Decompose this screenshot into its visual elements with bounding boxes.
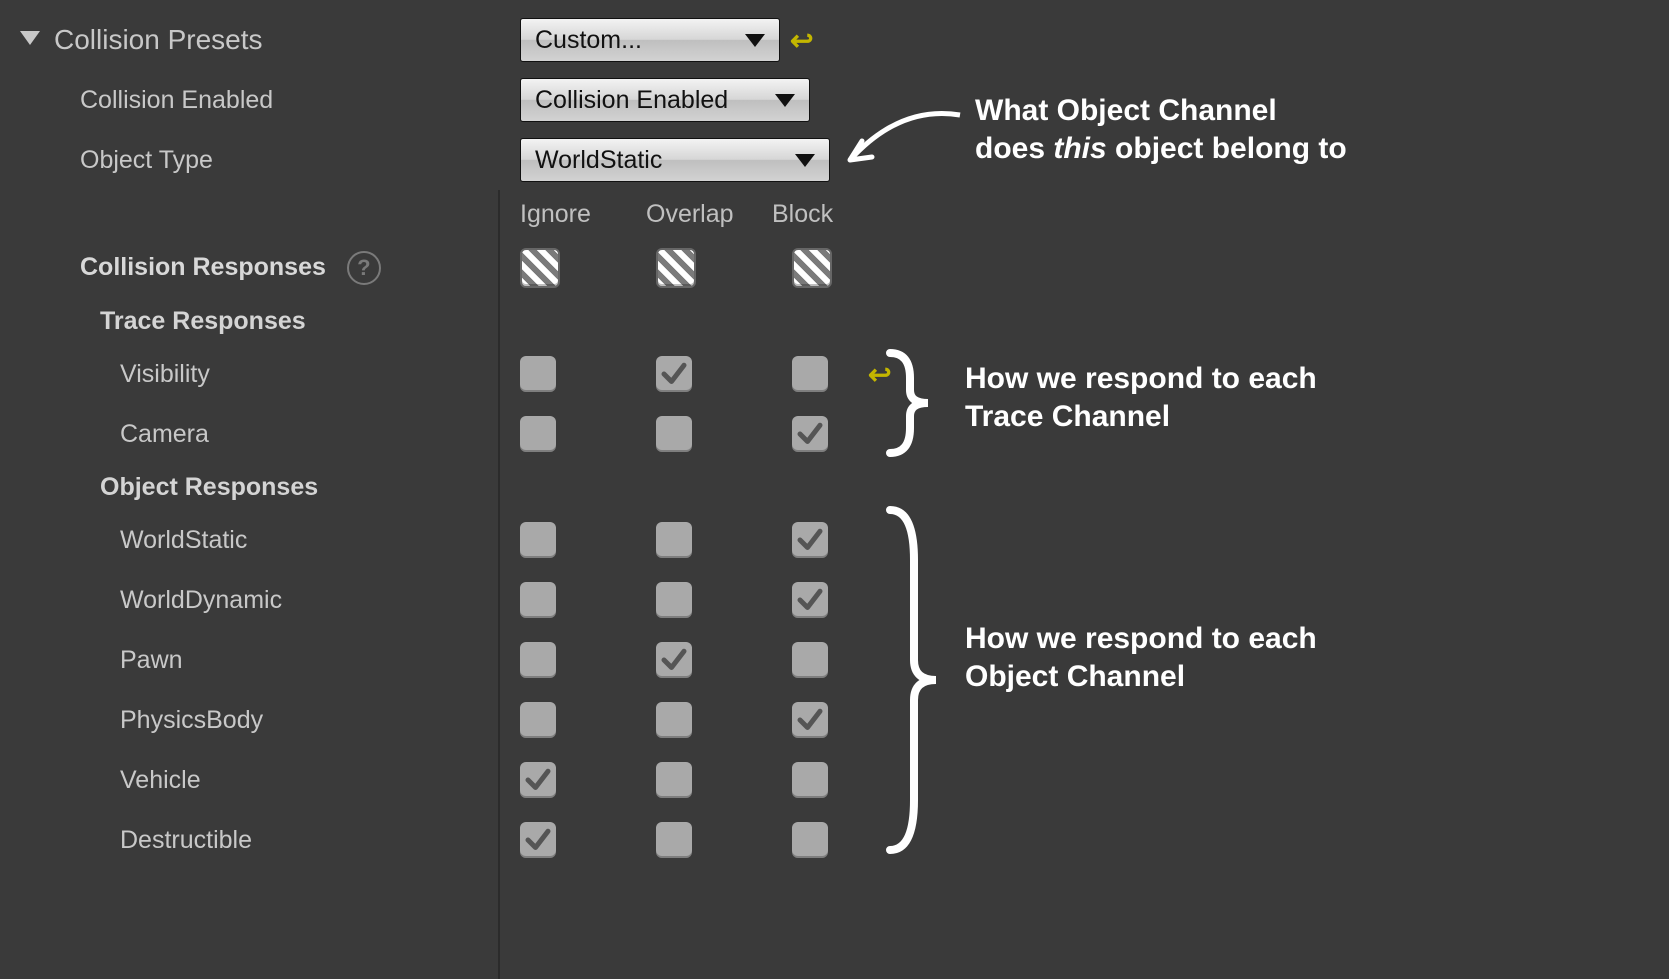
section-header-row: Collision Presets Custom... ↩ [20,10,1669,70]
object-ignore-checkbox[interactable] [520,702,556,738]
object-type-label: Object Type [20,146,520,175]
trace-block-checkbox[interactable] [792,356,828,392]
object-ignore-checkbox[interactable] [520,822,556,858]
trace-responses-heading: Trace Responses [20,307,520,336]
object-row: Destructible [20,810,1669,870]
object-overlap-checkbox[interactable] [656,822,692,858]
object-row: PhysicsBody [20,690,1669,750]
annotation-object-channel: What Object Channel does this object bel… [975,92,1347,167]
collision-panel: Collision Presets Custom... ↩ Collision … [0,0,1669,979]
trace-row: Camera [20,404,1669,464]
triangle-down-icon [20,31,40,45]
object-block-checkbox[interactable] [792,702,828,738]
object-ignore-checkbox[interactable] [520,762,556,798]
col-overlap-label: Overlap [646,200,772,229]
object-label: WorldDynamic [20,586,520,615]
object-label: WorldStatic [20,526,520,555]
chevron-down-icon [795,154,815,167]
chevron-down-icon [745,34,765,47]
object-responses-heading: Object Responses [20,473,520,502]
object-overlap-checkbox[interactable] [656,522,692,558]
revert-icon[interactable]: ↩ [790,24,813,57]
object-responses-heading-row: Object Responses [20,464,1669,510]
collision-responses-title: Collision Responses [80,253,326,281]
object-block-checkbox[interactable] [792,762,828,798]
object-block-checkbox[interactable] [792,642,828,678]
trace-ignore-checkbox[interactable] [520,416,556,452]
object-row: Vehicle [20,750,1669,810]
object-row: WorldStatic [20,510,1669,570]
chevron-down-icon [775,94,795,107]
col-block-label: Block [772,200,898,229]
all-block-checkbox[interactable] [792,248,832,288]
object-type-value: WorldStatic [535,146,662,175]
object-ignore-checkbox[interactable] [520,642,556,678]
collision-enabled-dropdown[interactable]: Collision Enabled [520,78,810,122]
trace-responses-heading-row: Trace Responses [20,298,1669,344]
all-overlap-checkbox[interactable] [656,248,696,288]
object-type-dropdown[interactable]: WorldStatic [520,138,830,182]
all-ignore-checkbox[interactable] [520,248,560,288]
response-columns-header: Ignore Overlap Block [20,190,1669,238]
object-label: Destructible [20,826,520,855]
object-block-checkbox[interactable] [792,582,828,618]
object-label: PhysicsBody [20,706,520,735]
column-divider [498,190,500,979]
trace-label: Visibility [20,360,520,389]
help-icon[interactable]: ? [347,251,381,285]
preset-dropdown-value: Custom... [535,26,642,55]
trace-block-checkbox[interactable] [792,416,828,452]
object-overlap-checkbox[interactable] [656,762,692,798]
object-row: Pawn [20,630,1669,690]
col-ignore-label: Ignore [520,200,646,229]
trace-overlap-checkbox[interactable] [656,356,692,392]
object-ignore-checkbox[interactable] [520,582,556,618]
brace-icon [880,348,940,458]
object-block-checkbox[interactable] [792,522,828,558]
preset-dropdown[interactable]: Custom... [520,18,780,62]
collision-enabled-label: Collision Enabled [20,86,520,115]
trace-overlap-checkbox[interactable] [656,416,692,452]
annotation-object-channel-response: How we respond to eachObject Channel [965,620,1317,695]
trace-label: Camera [20,420,520,449]
trace-row: Visibility↩ [20,344,1669,404]
object-block-checkbox[interactable] [792,822,828,858]
object-overlap-checkbox[interactable] [656,582,692,618]
trace-ignore-checkbox[interactable] [520,356,556,392]
object-overlap-checkbox[interactable] [656,642,692,678]
collision-enabled-value: Collision Enabled [535,86,728,115]
arrow-icon [840,105,970,175]
object-overlap-checkbox[interactable] [656,702,692,738]
expand-collision-presets[interactable]: Collision Presets [20,24,520,56]
object-ignore-checkbox[interactable] [520,522,556,558]
section-title: Collision Presets [54,24,263,56]
annotation-trace-channel: How we respond to eachTrace Channel [965,360,1317,435]
object-label: Pawn [20,646,520,675]
collision-responses-row: Collision Responses ? [20,238,1669,298]
object-label: Vehicle [20,766,520,795]
brace-icon [880,500,950,860]
object-row: WorldDynamic [20,570,1669,630]
